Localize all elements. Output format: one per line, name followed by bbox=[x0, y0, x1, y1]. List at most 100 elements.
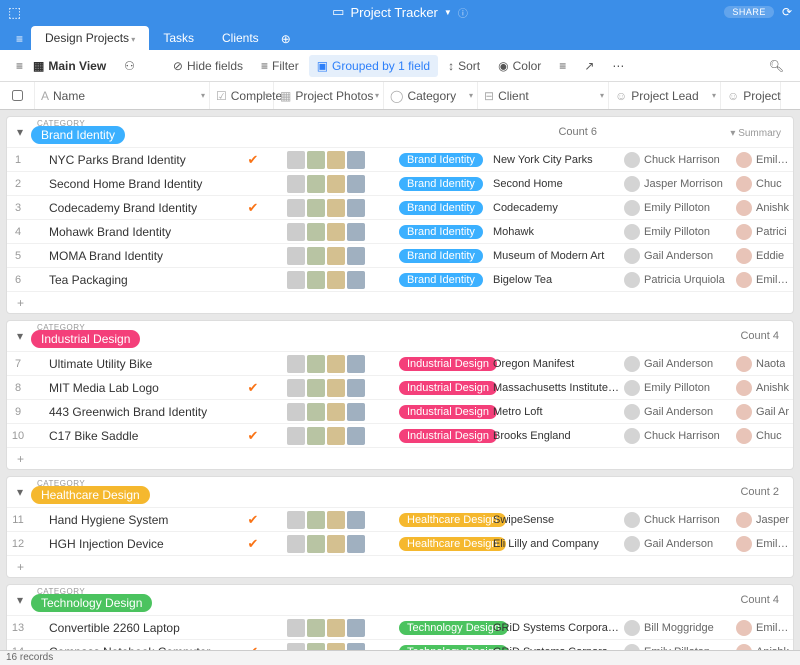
table-row[interactable]: 4Mohawk Brand IdentityBrand IdentityMoha… bbox=[7, 219, 793, 243]
cell-category[interactable]: Industrial Design bbox=[395, 404, 489, 419]
summary-dropdown[interactable]: ▾ Summary bbox=[730, 128, 787, 139]
chevron-down-icon[interactable]: ▼ bbox=[444, 8, 452, 17]
cell-complete[interactable]: ✔ bbox=[221, 536, 285, 552]
cell-photos[interactable] bbox=[285, 245, 395, 267]
cell-client[interactable]: Second Home bbox=[489, 178, 620, 190]
cell-client[interactable]: Mohawk bbox=[489, 226, 620, 238]
cell-category[interactable]: Brand Identity bbox=[395, 152, 489, 167]
cell-lead[interactable]: Emily Pilloton bbox=[620, 644, 732, 651]
cell-name[interactable]: Hand Hygiene System bbox=[45, 513, 221, 527]
table-row[interactable]: 13Convertible 2260 LaptopTechnology Desi… bbox=[7, 615, 793, 639]
cell-category[interactable]: Brand Identity bbox=[395, 272, 489, 287]
cell-photos[interactable] bbox=[285, 533, 395, 555]
cell-photos[interactable] bbox=[285, 617, 395, 639]
add-row-button[interactable]: + bbox=[7, 447, 793, 469]
workspace-title[interactable]: Project Tracker bbox=[350, 5, 437, 20]
cell-photos[interactable] bbox=[285, 641, 395, 651]
cell-name[interactable]: Ultimate Utility Bike bbox=[45, 357, 221, 371]
cell-team[interactable]: Eddie bbox=[732, 248, 792, 264]
cell-team[interactable]: Anishk bbox=[732, 380, 792, 396]
views-sidebar-toggle[interactable]: ≡ bbox=[8, 55, 31, 77]
cell-name[interactable]: 443 Greenwich Brand Identity bbox=[45, 405, 221, 419]
cell-client[interactable]: Eli Lilly and Company bbox=[489, 538, 620, 550]
cell-lead[interactable]: Emily Pilloton bbox=[620, 224, 732, 240]
cell-name[interactable]: Convertible 2260 Laptop bbox=[45, 621, 221, 635]
cell-client[interactable]: Museum of Modern Art bbox=[489, 250, 620, 262]
cell-name[interactable]: C17 Bike Saddle bbox=[45, 429, 221, 443]
hide-fields-button[interactable]: ⊘Hide fields bbox=[165, 55, 251, 77]
cell-lead[interactable]: Bill Moggridge bbox=[620, 620, 732, 636]
cell-photos[interactable] bbox=[285, 353, 395, 375]
cell-lead[interactable]: Emily Pilloton bbox=[620, 380, 732, 396]
history-icon[interactable]: ⟳ bbox=[782, 5, 792, 19]
column-name[interactable]: AName▾ bbox=[34, 82, 210, 109]
share-view-button[interactable]: ↗ bbox=[576, 55, 602, 77]
cell-client[interactable]: GRiD Systems Corporation bbox=[489, 622, 620, 634]
cell-photos[interactable] bbox=[285, 401, 395, 423]
filter-button[interactable]: ≡Filter bbox=[253, 55, 307, 77]
cell-category[interactable]: Healthcare Design bbox=[395, 512, 489, 527]
cell-team[interactable]: Patrici bbox=[732, 224, 792, 240]
share-button[interactable]: SHARE bbox=[724, 6, 774, 18]
cell-client[interactable]: SwipeSense bbox=[489, 514, 620, 526]
cell-name[interactable]: MOMA Brand Identity bbox=[45, 249, 221, 263]
cell-complete[interactable]: ✔ bbox=[221, 200, 285, 216]
table-row[interactable]: 5MOMA Brand IdentityBrand IdentityMuseum… bbox=[7, 243, 793, 267]
cell-client[interactable]: Codecademy bbox=[489, 202, 620, 214]
cell-complete[interactable]: ✔ bbox=[221, 428, 285, 444]
cell-client[interactable]: GRiD Systems Corporation bbox=[489, 646, 620, 651]
cell-photos[interactable] bbox=[285, 149, 395, 171]
cell-client[interactable]: Oregon Manifest bbox=[489, 358, 620, 370]
group-button[interactable]: ▣Grouped by 1 field bbox=[309, 55, 438, 77]
view-name[interactable]: ▦Main View bbox=[33, 59, 106, 73]
cell-complete[interactable]: ✔ bbox=[221, 380, 285, 396]
cell-client[interactable]: Metro Loft bbox=[489, 406, 620, 418]
cell-category[interactable]: Brand Identity bbox=[395, 176, 489, 191]
color-button[interactable]: ◉Color bbox=[490, 55, 549, 77]
cell-lead[interactable]: Gail Anderson bbox=[620, 404, 732, 420]
add-row-button[interactable]: + bbox=[7, 291, 793, 313]
search-icon[interactable]: 🔍︎ bbox=[761, 55, 792, 77]
table-row[interactable]: 2Second Home Brand IdentityBrand Identit… bbox=[7, 171, 793, 195]
cell-lead[interactable]: Chuck Harrison bbox=[620, 152, 732, 168]
cell-category[interactable]: Industrial Design bbox=[395, 428, 489, 443]
tab-design-projects[interactable]: Design Projects ▾ bbox=[31, 26, 149, 50]
collapse-icon[interactable]: ▾ bbox=[13, 485, 27, 499]
info-icon[interactable]: ⓘ bbox=[458, 5, 468, 20]
cell-team[interactable]: Emily P bbox=[732, 536, 792, 552]
table-row[interactable]: 8MIT Media Lab Logo✔Industrial DesignMas… bbox=[7, 375, 793, 399]
cell-name[interactable]: MIT Media Lab Logo bbox=[45, 381, 221, 395]
cell-complete[interactable]: ✔ bbox=[221, 512, 285, 528]
cell-complete[interactable]: ✔ bbox=[221, 152, 285, 168]
column-complete[interactable]: ☑Complete▾ bbox=[210, 82, 274, 109]
add-table-button[interactable]: ⊕ bbox=[273, 28, 299, 50]
cell-lead[interactable]: Gail Anderson bbox=[620, 356, 732, 372]
table-row[interactable]: 10C17 Bike Saddle✔Industrial DesignBrook… bbox=[7, 423, 793, 447]
table-row[interactable]: 14Compass Notebook Computer✔Technology D… bbox=[7, 639, 793, 650]
cell-name[interactable]: Mohawk Brand Identity bbox=[45, 225, 221, 239]
column-lead[interactable]: ☺Project Lead▾ bbox=[609, 82, 721, 109]
table-row[interactable]: 3Codecademy Brand Identity✔Brand Identit… bbox=[7, 195, 793, 219]
menu-icon[interactable]: ≡ bbox=[8, 28, 31, 50]
table-row[interactable]: 1NYC Parks Brand Identity✔Brand Identity… bbox=[7, 147, 793, 171]
cell-name[interactable]: NYC Parks Brand Identity bbox=[45, 153, 221, 167]
cell-client[interactable]: Brooks England bbox=[489, 430, 620, 442]
cell-name[interactable]: Codecademy Brand Identity bbox=[45, 201, 221, 215]
logo-icon[interactable]: ⬚ bbox=[8, 4, 21, 21]
tab-tasks[interactable]: Tasks bbox=[149, 26, 208, 50]
column-client[interactable]: ⊟Client▾ bbox=[478, 82, 609, 109]
add-row-button[interactable]: + bbox=[7, 555, 793, 577]
cell-complete[interactable]: ✔ bbox=[221, 644, 285, 651]
cell-category[interactable]: Brand Identity bbox=[395, 248, 489, 263]
table-row[interactable]: 6Tea PackagingBrand IdentityBigelow TeaP… bbox=[7, 267, 793, 291]
cell-client[interactable]: New York City Parks bbox=[489, 154, 620, 166]
cell-lead[interactable]: Chuck Harrison bbox=[620, 512, 732, 528]
cell-client[interactable]: Massachusetts Institute of Tech bbox=[489, 382, 620, 394]
cell-category[interactable]: Brand Identity bbox=[395, 200, 489, 215]
cell-category[interactable]: Brand Identity bbox=[395, 224, 489, 239]
cell-name[interactable]: Compass Notebook Computer bbox=[45, 645, 221, 651]
cell-category[interactable]: Industrial Design bbox=[395, 380, 489, 395]
cell-lead[interactable]: Patricia Urquiola bbox=[620, 272, 732, 288]
select-all-checkbox[interactable] bbox=[12, 90, 23, 101]
cell-photos[interactable] bbox=[285, 509, 395, 531]
